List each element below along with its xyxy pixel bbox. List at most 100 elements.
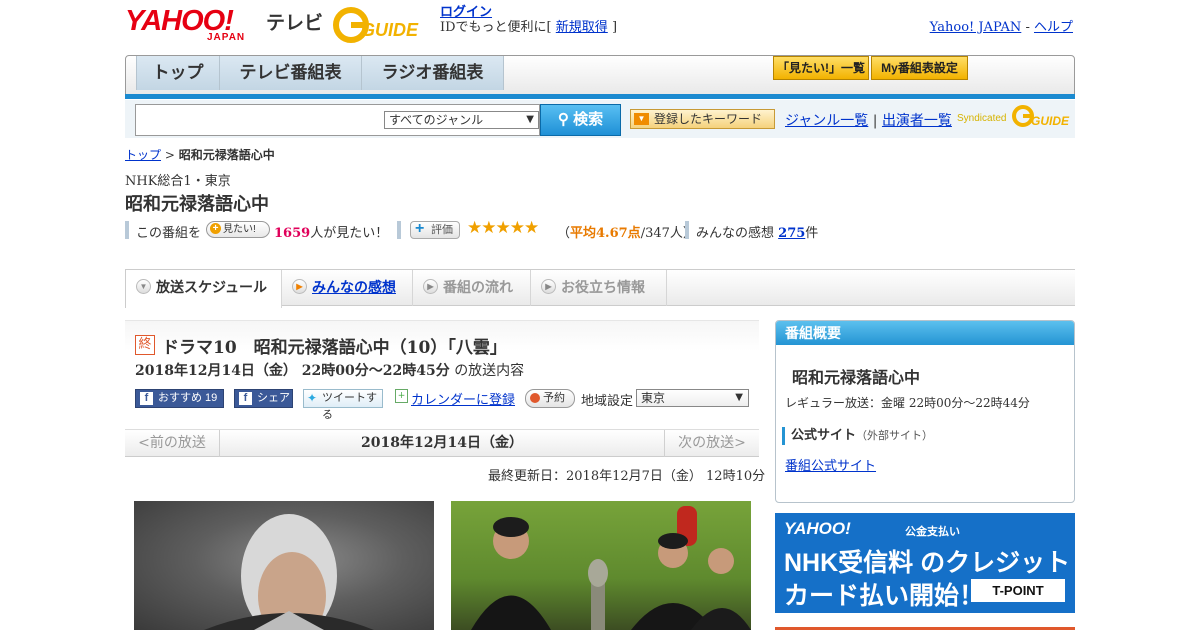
stats-divider	[685, 221, 689, 239]
final-episode-badge: 終	[135, 335, 155, 355]
yahoo-logo-sub: JAPAN	[207, 32, 246, 43]
ad-yahoo-logo: YAHOO!	[784, 519, 851, 538]
gguide-logo-icon: GUIDE	[333, 7, 419, 43]
plus-icon: +	[415, 220, 425, 237]
search-links: ジャンル一覧 | 出演者一覧	[785, 110, 952, 130]
registered-keyword-button[interactable]: ▼ 登録したキーワード	[630, 109, 775, 129]
current-date: 2018年12月14日（金）	[361, 435, 523, 451]
tab-flow-label: 番組の流れ	[443, 279, 513, 295]
header-links: Yahoo! JAPAN - ヘルプ	[930, 16, 1073, 35]
help-link[interactable]: ヘルプ	[1034, 20, 1073, 35]
ad-line-1: NHK受信料 のクレジット	[784, 549, 1071, 577]
official-site-link[interactable]: 番組公式サイト	[785, 455, 876, 474]
keyword-button-label: 登録したキーワード	[654, 112, 763, 126]
header-dash: -	[1025, 20, 1030, 35]
gguide-small-icon: GUIDE	[1012, 105, 1070, 128]
mitai-count: 1659	[274, 226, 311, 241]
facebook-icon: f	[140, 392, 153, 405]
region-select[interactable]: 東京 ▼	[636, 389, 749, 407]
broadcast-time-value: 2018年12月14日（金） 22時00分～22時45分	[135, 363, 450, 379]
program-overview: 番組概要 昭和元禄落語心中 レギュラー放送：金曜 22時00分～22時44分 公…	[775, 320, 1075, 503]
triangle-down-icon: ▼	[634, 113, 649, 125]
rating-button-label: 評価	[431, 224, 453, 236]
breadcrumb-separator: >	[164, 148, 175, 162]
nav-underline	[125, 94, 1075, 99]
link-separator: |	[872, 113, 878, 129]
calendar-register[interactable]: + カレンダーに登録	[395, 389, 515, 408]
photo-illustration	[204, 514, 374, 630]
mitai-prefix: この番組を	[136, 226, 202, 241]
tweet-button[interactable]: ✦ ツイートする	[303, 389, 383, 421]
broadcast-time-suffix: の放送内容	[454, 363, 525, 379]
search-icon: ⚲	[557, 111, 569, 128]
tab-schedule[interactable]: ▼ 放送スケジュール	[125, 270, 282, 308]
global-nav: トップ テレビ番組表 ラジオ番組表 「見たい!」一覧 My番組表設定	[125, 55, 1075, 99]
ad-line-2: カード払い開始！	[784, 582, 985, 610]
official-site-label: 公式サイト	[791, 428, 857, 443]
next-broadcast-button[interactable]: 次の放送>	[664, 430, 759, 457]
mitai-button[interactable]: + 見たい!	[206, 221, 270, 238]
kanso-stat: みんなの感想 275件	[696, 222, 818, 241]
login-box: ログイン IDでもっと便利に[ 新規取得 ]	[440, 5, 617, 35]
breadcrumb-top-link[interactable]: トップ	[125, 148, 161, 162]
nav-tab-radio-guide[interactable]: ラジオ番組表	[362, 56, 504, 90]
tab-reviews-label: みんなの感想	[312, 279, 396, 295]
last-updated: 最終更新日：2018年12月7日（金） 12時10分	[488, 469, 766, 484]
genre-select-value: すべてのジャンル	[389, 113, 484, 127]
play-icon: ▶	[292, 279, 307, 294]
broadcast-time: 2018年12月14日（金） 22時00分～22時45分 の放送内容	[135, 360, 524, 380]
nhk-payment-ad[interactable]: YAHOO! 公金支払い NHK受信料 のクレジット カード払い開始！ T-PO…	[775, 513, 1075, 613]
search-button[interactable]: ⚲ 検索	[540, 104, 621, 136]
star-rating-icon: ★★★★★	[467, 218, 539, 238]
external-site-note: （外部サイト）	[856, 429, 934, 442]
yahoo-japan-link[interactable]: Yahoo! JAPAN	[930, 20, 1022, 35]
facebook-recommend-button[interactable]: f おすすめ 19	[135, 389, 224, 408]
channel-label: NHK総合1・東京	[125, 174, 231, 189]
my-bangumi-button[interactable]: My番組表設定	[871, 56, 968, 80]
nav-tab-top[interactable]: トップ	[136, 56, 220, 90]
rating-button[interactable]: + 評価	[410, 221, 460, 239]
stats-divider	[125, 221, 129, 239]
site-header: YAHOO! JAPAN テレビ GUIDE ログイン IDでもっと便利に[ 新…	[125, 4, 1075, 48]
yahoo-logo[interactable]: YAHOO! JAPAN	[125, 6, 263, 44]
kanso-count-link[interactable]: 275	[778, 226, 805, 241]
record-dot-icon	[530, 393, 540, 403]
performers-link[interactable]: 出演者一覧	[882, 113, 952, 129]
regular-broadcast: レギュラー放送：金曜 22時00分～22時44分	[785, 396, 1030, 410]
genre-select[interactable]: すべてのジャンル ▼	[384, 111, 539, 129]
play-icon: ▶	[541, 279, 556, 294]
login-text: IDでもっと便利に[	[440, 20, 552, 35]
photo-illustration	[471, 506, 751, 630]
page-title: 昭和元禄落語心中	[125, 194, 269, 215]
breadcrumb-current: 昭和元禄落語心中	[178, 148, 275, 162]
calendar-icon: +	[395, 389, 408, 403]
syndicated-text: Syndicated	[957, 113, 1007, 124]
search-button-label: 検索	[573, 111, 604, 128]
overview-header: 番組概要	[776, 321, 1074, 345]
ad-brand-sub: 公金支払い	[905, 526, 960, 538]
tab-flow: ▶ 番組の流れ	[413, 270, 531, 306]
chevron-down-icon: ▼	[136, 279, 151, 294]
tab-reviews[interactable]: ▶ みんなの感想	[282, 270, 413, 306]
tab-info-label: お役立ち情報	[561, 279, 645, 295]
signup-link[interactable]: 新規取得	[556, 20, 608, 35]
nav-tab-tv-guide[interactable]: テレビ番組表	[220, 56, 362, 90]
facebook-share-button[interactable]: f シェア	[234, 389, 293, 408]
genre-list-link[interactable]: ジャンル一覧	[785, 113, 868, 129]
kanso-label: みんなの感想	[696, 226, 775, 241]
tv-label[interactable]: テレビ	[266, 8, 323, 35]
broadcast-panel: 終 ドラマ10 昭和元禄落語心中（10）「八雲」 2018年12月14日（金） …	[125, 320, 759, 421]
login-link[interactable]: ログイン	[440, 5, 492, 20]
cast-photo-2	[451, 501, 751, 630]
mitai-list-button[interactable]: 「見たい!」一覧	[773, 56, 869, 80]
facebook-share-label: シェア	[257, 392, 290, 404]
prev-broadcast-button[interactable]: <前の放送	[125, 430, 220, 457]
facebook-icon: f	[239, 392, 252, 405]
facebook-recommend-label: おすすめ 19	[158, 392, 218, 404]
reserve-button[interactable]: 予約	[525, 389, 575, 408]
breadcrumb: トップ > 昭和元禄落語心中	[125, 146, 275, 163]
program-subtabs: ▼ 放送スケジュール ▶ みんなの感想 ▶ 番組の流れ ▶ お役立ち情報	[125, 269, 1075, 308]
mitai-suffix: 人が見たい！	[310, 226, 389, 241]
calendar-link[interactable]: カレンダーに登録	[411, 393, 515, 408]
tpoint-logo: T-POINT	[971, 579, 1065, 602]
